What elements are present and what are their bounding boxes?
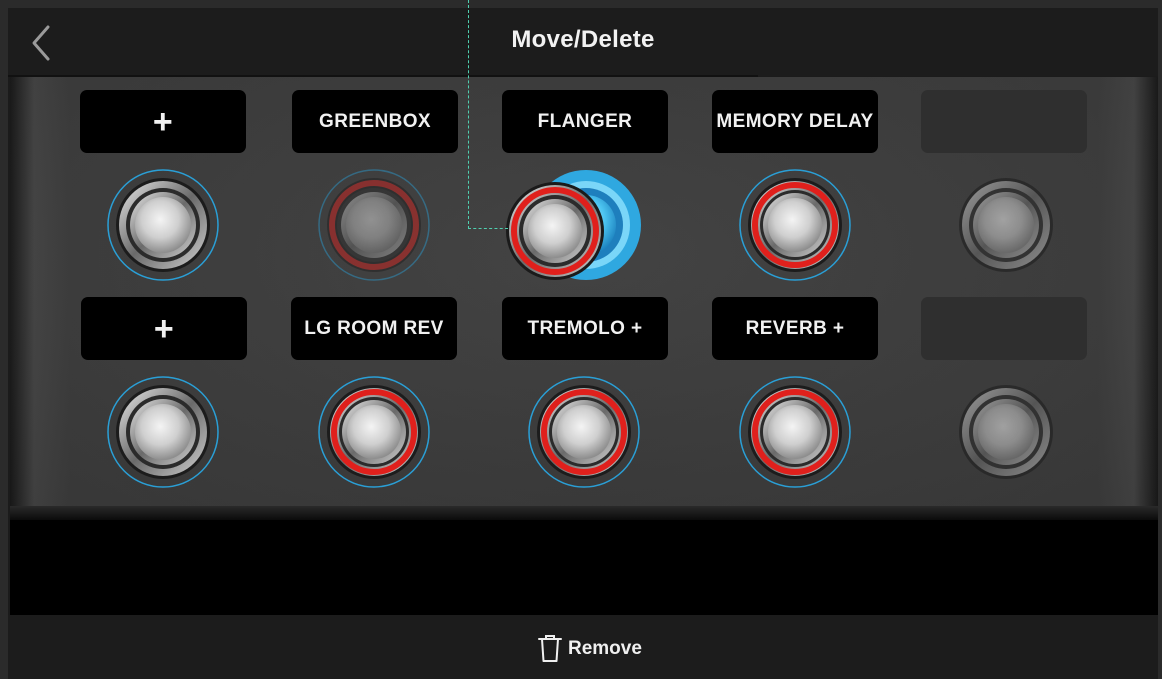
footswitch-7[interactable] [318,376,430,488]
footswitch-9[interactable] [739,376,851,488]
remove-button[interactable]: Remove [538,633,642,665]
footswitch-graphic [107,169,219,281]
back-button[interactable] [26,24,58,62]
slot-tremolo[interactable]: TREMOLO + [502,297,668,360]
drag-guide-vertical [468,0,469,229]
footswitch-10[interactable] [950,376,1062,488]
footswitch-graphic [959,385,1053,479]
footswitch-5[interactable] [950,169,1062,281]
footswitch-4[interactable] [739,169,851,281]
slot-greenbox[interactable]: GREENBOX [292,90,458,153]
trash-icon [538,635,562,662]
footswitch-6[interactable] [107,376,219,488]
footswitch-graphic [739,376,851,488]
footswitch-graphic [107,376,219,488]
slot-memory-delay[interactable]: MEMORY DELAY [712,90,878,153]
slot-flanger[interactable]: FLANGER [502,90,668,153]
footswitch-graphic [528,376,640,488]
info-bar [10,520,1158,615]
footswitch-8[interactable] [528,376,640,488]
slot-label: MEMORY DELAY [716,110,874,132]
footswitch-1[interactable] [107,169,219,281]
footswitch-3[interactable] [499,175,611,287]
slot-add-1[interactable]: + [80,90,246,153]
footswitch-graphic [318,376,430,488]
chevron-left-icon [32,25,50,61]
slot-lg-room-rev[interactable]: LG ROOM REV [291,297,457,360]
add-icon: + [152,102,174,141]
remove-label: Remove [568,638,642,659]
slot-empty-1[interactable] [921,90,1087,153]
slot-empty-2[interactable] [921,297,1087,360]
slot-reverb[interactable]: REVERB + [712,297,878,360]
slot-label: REVERB + [745,317,845,339]
slot-add-2[interactable]: + [81,297,247,360]
slot-label: TREMOLO + [527,317,643,339]
footswitch-graphic [506,182,604,280]
footswitch-graphic [739,169,851,281]
footswitch-graphic [959,178,1053,272]
slot-label: FLANGER [537,110,633,132]
slot-label: GREENBOX [319,110,431,132]
drag-guide-horizontal [468,228,508,229]
slot-label: LG ROOM REV [304,317,444,339]
footswitch-graphic [318,169,430,281]
footswitch-2[interactable] [318,169,430,281]
page-title: Move/Delete [511,26,655,53]
add-icon: + [153,309,175,348]
